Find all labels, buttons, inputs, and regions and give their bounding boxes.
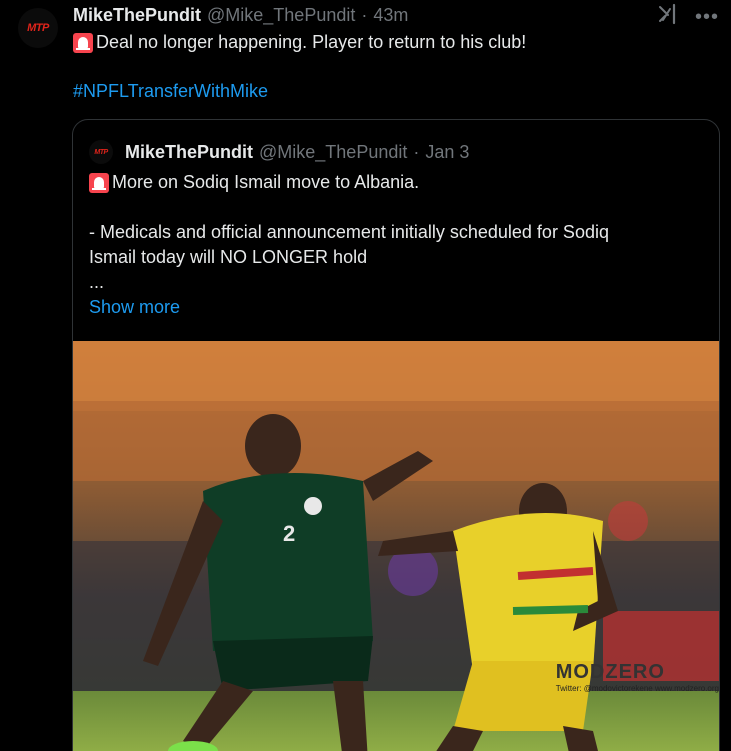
quoted-avatar-logo: MTP xyxy=(94,148,108,156)
quoted-display-name[interactable]: MikeThePundit xyxy=(125,142,253,163)
tweet-text: Deal no longer happening. Player to retu… xyxy=(73,32,526,53)
grok-icon[interactable] xyxy=(657,3,679,30)
watermark-title: MODZERO xyxy=(555,661,665,683)
quoted-date[interactable]: Jan 3 xyxy=(425,142,469,163)
avatar[interactable]: MTP xyxy=(18,8,58,48)
handle[interactable]: @Mike_ThePundit xyxy=(207,5,355,26)
display-name[interactable]: MikeThePundit xyxy=(73,5,201,26)
watermark-sub: Twitter: @modovictorekene www.modzero.or… xyxy=(555,684,719,693)
quoted-header: MTP MikeThePundit @Mike_ThePundit · Jan … xyxy=(89,140,469,164)
watermark: MODZERO Twitter: @modovictorekene www.mo… xyxy=(556,661,719,693)
quoted-siren-icon xyxy=(89,172,109,193)
avatar-logo: MTP xyxy=(27,21,49,34)
show-more-link[interactable]: Show more xyxy=(89,297,180,318)
tweet-actions-top: ••• xyxy=(657,3,719,30)
quoted-line-3: Ismail today will NO LONGER hold xyxy=(89,247,368,267)
quoted-separator: · xyxy=(413,141,420,162)
quoted-line-4: ... xyxy=(89,272,105,292)
jersey-number: 2 xyxy=(283,521,295,546)
quoted-photo[interactable]: 2 MODZERO Twitter: @modovictorekene www.… xyxy=(73,341,719,751)
timestamp[interactable]: 43m xyxy=(373,5,408,26)
hashtag-link[interactable]: #NPFLTransferWithMike xyxy=(73,81,268,102)
siren-icon xyxy=(73,32,93,53)
quoted-text-1: More on Sodiq Ismail move to Albania. xyxy=(112,172,420,192)
tweet-header: MikeThePundit @Mike_ThePundit · 43m xyxy=(73,3,408,27)
quoted-line-1: More on Sodiq Ismail move to Albania. xyxy=(89,172,419,193)
more-horizontal-icon[interactable]: ••• xyxy=(695,7,719,27)
tweet-hashtag-line: #NPFLTransferWithMike xyxy=(73,81,268,102)
quoted-tweet[interactable]: MTP MikeThePundit @Mike_ThePundit · Jan … xyxy=(72,119,720,751)
tweet-text-content: Deal no longer happening. Player to retu… xyxy=(96,32,527,52)
quoted-handle[interactable]: @Mike_ThePundit xyxy=(259,142,407,163)
quoted-avatar[interactable]: MTP xyxy=(89,140,113,164)
separator: · xyxy=(361,4,368,25)
quoted-line-2: - Medicals and official announcement ini… xyxy=(89,222,609,242)
